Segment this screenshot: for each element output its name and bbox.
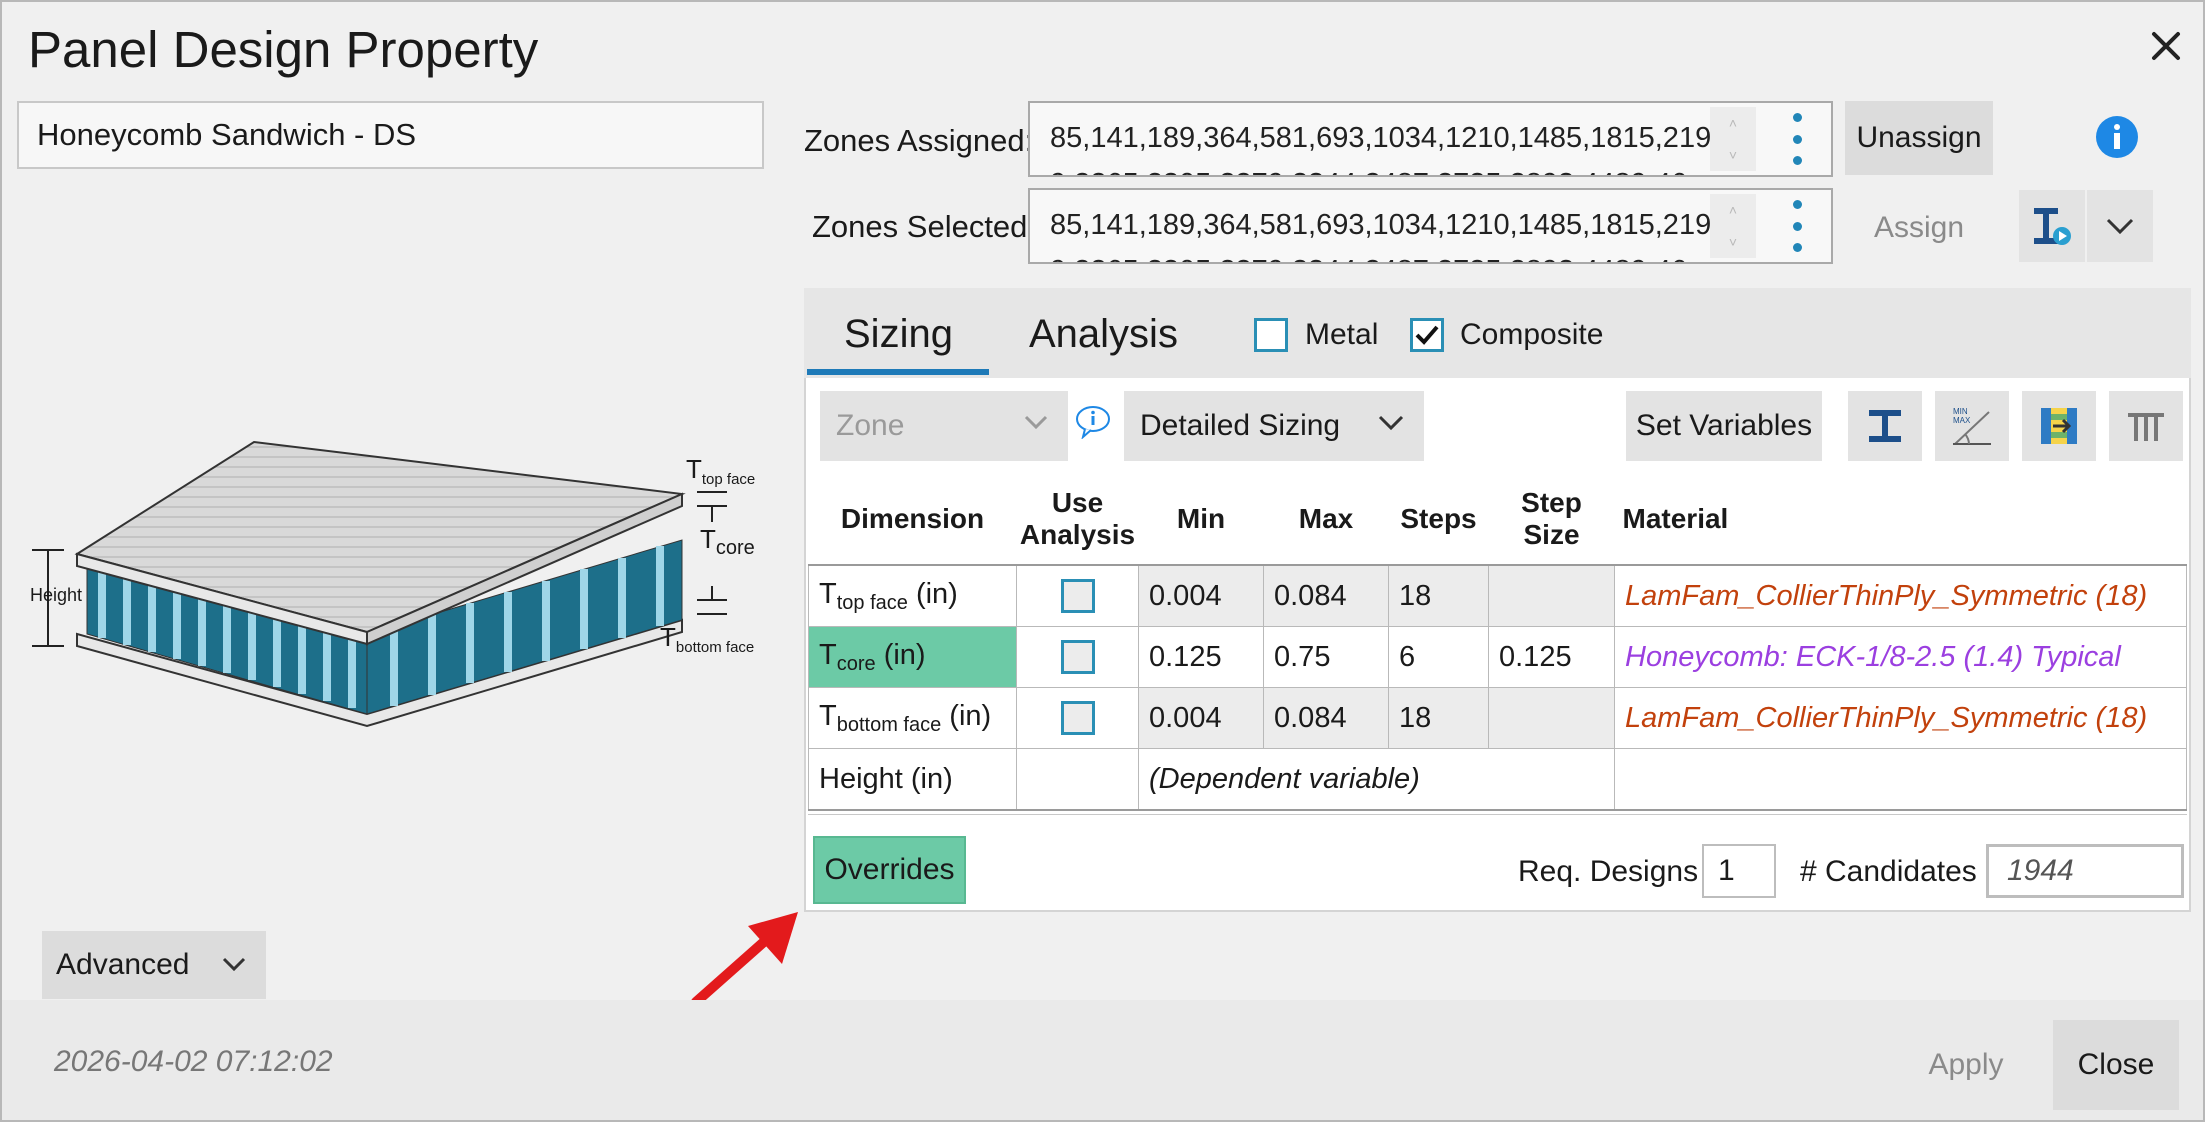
- table-row[interactable]: Tcore (in) 0.125 0.75 6 0.125 Honeycomb:…: [808, 626, 2187, 688]
- steps-cell[interactable]: 18: [1388, 687, 1489, 749]
- advanced-button[interactable]: Advanced: [42, 931, 266, 999]
- zones-assigned-field[interactable]: 85,141,189,364,581,693,1034,1210,1485,18…: [1028, 101, 1833, 177]
- panel-design-property-dialog: Panel Design Property Honeycomb Sandwich…: [0, 0, 2205, 1122]
- height-label: Height: [30, 585, 83, 605]
- zones-assigned-label: Zones Assigned:: [804, 123, 1034, 158]
- col-header-dimension: Dimension: [808, 474, 1017, 566]
- dependent-variable-cell: (Dependent variable): [1138, 748, 1615, 811]
- min-max-icon[interactable]: MIN MAX: [1935, 391, 2009, 461]
- top-face-label: Ttop face: [686, 454, 756, 488]
- dimension-cell[interactable]: Ttop face (in): [808, 564, 1017, 627]
- apply-button[interactable]: Apply: [1900, 1020, 2032, 1110]
- panel-name-field[interactable]: Honeycomb Sandwich - DS: [17, 101, 764, 169]
- more-options-icon[interactable]: [1785, 200, 1809, 252]
- step-size-cell[interactable]: 0.125: [1488, 626, 1615, 688]
- honeycomb-sandwich-diagram: [32, 440, 727, 728]
- candidates-field: 1944: [1986, 844, 2184, 898]
- svg-text:MAX: MAX: [1953, 416, 1971, 425]
- zones-selected-spinner[interactable]: ˄ ˅: [1710, 194, 1756, 258]
- pi-section-icon[interactable]: [2109, 391, 2183, 461]
- unassign-button[interactable]: Unassign: [1845, 101, 1993, 175]
- more-options-icon[interactable]: [1785, 113, 1809, 165]
- col-header-step-size: Step Size: [1488, 474, 1615, 566]
- use-analysis-checkbox[interactable]: [1060, 701, 1095, 735]
- req-designs-input[interactable]: 1: [1702, 844, 1776, 898]
- metal-checkbox[interactable]: [1254, 318, 1288, 352]
- col-header-material: Material: [1614, 474, 2187, 566]
- chevron-down-icon: [1024, 415, 1048, 429]
- core-label: Tcore: [700, 524, 755, 559]
- overrides-button[interactable]: Overrides: [813, 836, 966, 904]
- layup-icon[interactable]: [2022, 391, 2096, 461]
- max-cell[interactable]: 0.084: [1263, 687, 1389, 749]
- material-cell[interactable]: LamFam_CollierThinPly_Symmetric (18): [1614, 687, 2187, 749]
- tab-analysis[interactable]: Analysis: [1029, 312, 1178, 357]
- max-cell[interactable]: 0.084: [1263, 564, 1389, 627]
- min-cell[interactable]: 0.004: [1138, 564, 1264, 627]
- max-cell[interactable]: 0.75: [1263, 626, 1389, 688]
- metal-label: Metal: [1305, 318, 1379, 351]
- step-size-cell[interactable]: [1488, 687, 1615, 749]
- use-analysis-checkbox[interactable]: [1060, 640, 1095, 674]
- req-designs-label: Req. Designs: [1518, 855, 1699, 888]
- candidates-label: # Candidates: [1800, 855, 1977, 888]
- table-row[interactable]: Ttop face (in) 0.004 0.084 18 LamFam_Col…: [808, 564, 2187, 627]
- checkmark-icon: [1415, 325, 1439, 345]
- active-tab-indicator: [807, 369, 989, 375]
- zones-selected-field[interactable]: 85,141,189,364,581,693,1034,1210,1485,18…: [1028, 188, 1833, 264]
- i-beam-icon[interactable]: [1848, 391, 1922, 461]
- dimension-cell[interactable]: Height (in): [808, 748, 1017, 811]
- zone-dropdown[interactable]: Zone: [820, 391, 1068, 461]
- col-header-max: Max: [1263, 474, 1389, 566]
- sizing-mode-dropdown[interactable]: Detailed Sizing: [1124, 391, 1424, 461]
- dimension-cell[interactable]: Tcore (in): [808, 626, 1017, 688]
- chevron-down-icon: [222, 957, 246, 971]
- close-icon[interactable]: [2136, 16, 2196, 76]
- table-row[interactable]: Height (in) (Dependent variable): [808, 748, 2187, 811]
- svg-text:MIN: MIN: [1953, 407, 1968, 416]
- dialog-title: Panel Design Property: [28, 21, 539, 78]
- zone-tool-icon[interactable]: [2019, 190, 2085, 262]
- info-icon[interactable]: [2095, 115, 2139, 164]
- chevron-down-icon: [1378, 415, 1404, 431]
- sizing-table: Dimension Use Analysis Min Max Steps Ste…: [808, 474, 2187, 811]
- step-size-cell[interactable]: [1488, 564, 1615, 627]
- material-cell[interactable]: LamFam_CollierThinPly_Symmetric (18): [1614, 564, 2187, 627]
- assign-button[interactable]: Assign: [1845, 191, 1993, 265]
- material-cell[interactable]: Honeycomb: ECK-1/8-2.5 (1.4) Typical: [1614, 626, 2187, 688]
- composite-checkbox[interactable]: [1410, 318, 1444, 352]
- dimension-cell[interactable]: Tbottom face (in): [808, 687, 1017, 749]
- use-analysis-checkbox[interactable]: [1060, 579, 1095, 613]
- bottom-face-label: Tbottom face: [660, 622, 755, 656]
- info-bubble-icon[interactable]: [1075, 405, 1111, 444]
- close-button[interactable]: Close: [2053, 1020, 2179, 1110]
- col-header-steps: Steps: [1388, 474, 1489, 566]
- composite-label: Composite: [1460, 318, 1604, 351]
- zones-selected-label: Zones Selected:: [812, 209, 1037, 244]
- set-variables-button[interactable]: Set Variables: [1626, 391, 1822, 461]
- annotation-arrow-icon: [691, 912, 798, 1007]
- steps-cell[interactable]: 18: [1388, 564, 1489, 627]
- min-cell[interactable]: 0.125: [1138, 626, 1264, 688]
- timestamp: 2026-04-02 07:12:02: [54, 1045, 333, 1078]
- col-header-use-analysis: Use Analysis: [1016, 474, 1139, 566]
- zones-assigned-spinner[interactable]: ˄ ˅: [1710, 107, 1756, 171]
- steps-cell[interactable]: 6: [1388, 626, 1489, 688]
- min-cell[interactable]: 0.004: [1138, 687, 1264, 749]
- table-scroll-area[interactable]: [808, 814, 2187, 825]
- chevron-down-icon[interactable]: [2087, 190, 2153, 262]
- table-row[interactable]: Tbottom face (in) 0.004 0.084 18 LamFam_…: [808, 687, 2187, 749]
- col-header-min: Min: [1138, 474, 1264, 566]
- tab-sizing[interactable]: Sizing: [844, 312, 953, 357]
- table-header-row: Dimension Use Analysis Min Max Steps Ste…: [808, 474, 2187, 566]
